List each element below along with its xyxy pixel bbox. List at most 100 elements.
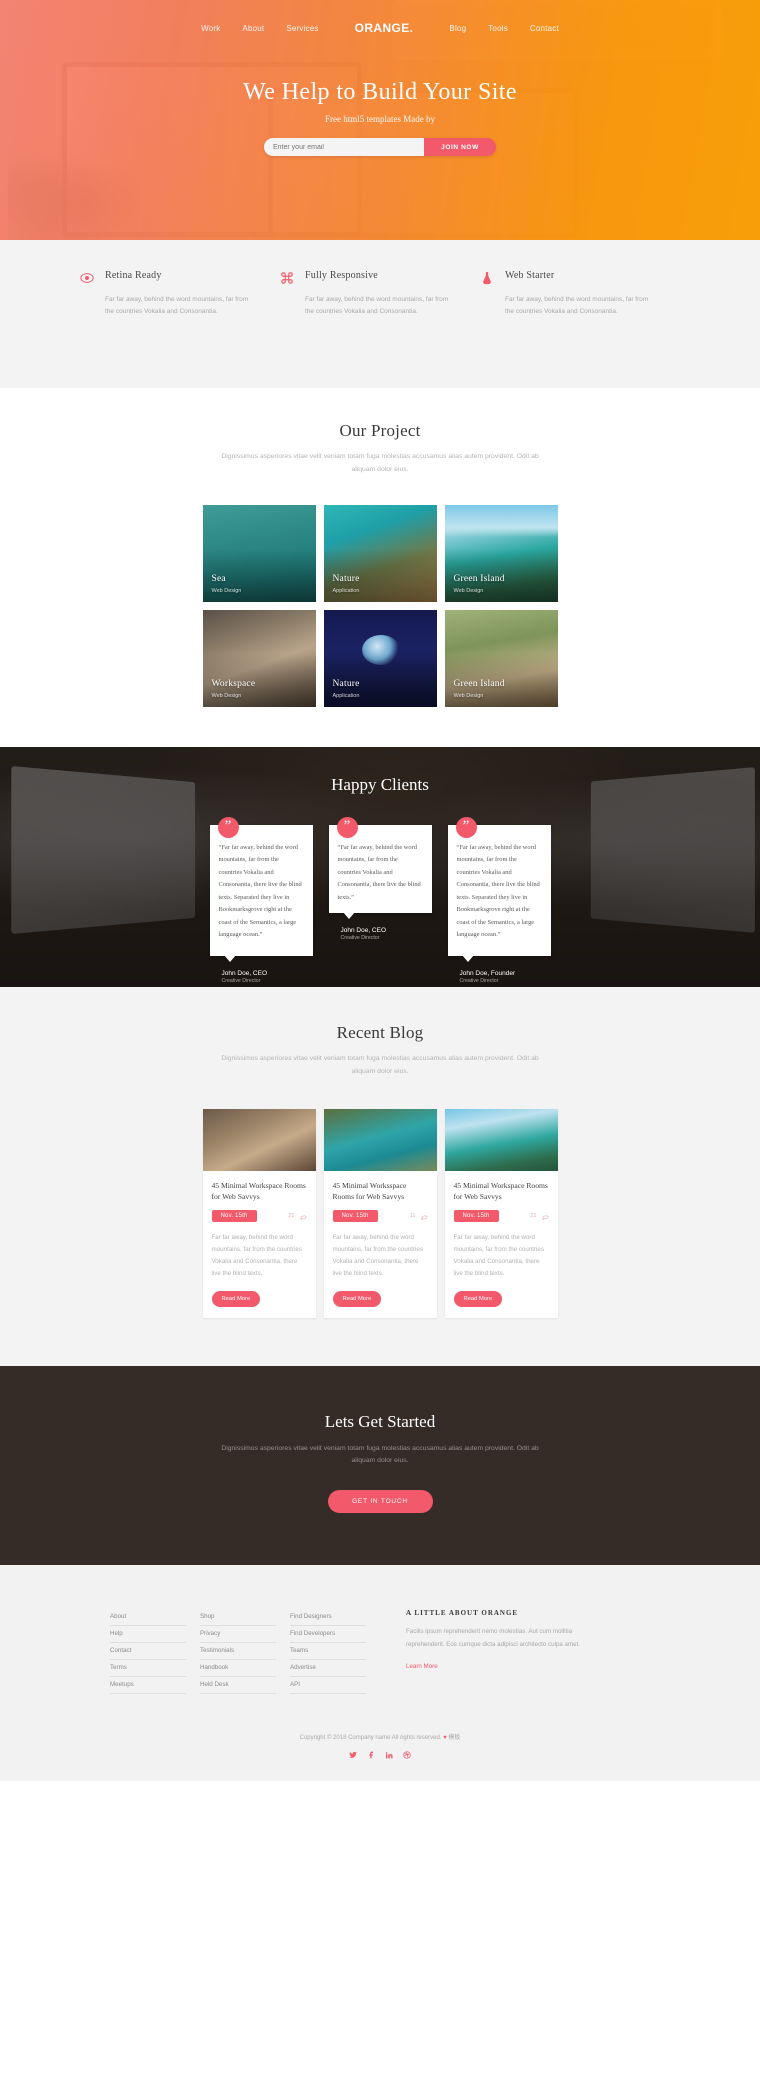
- facebook-icon[interactable]: [367, 1750, 376, 1759]
- footer-link-terms[interactable]: Terms: [110, 1660, 186, 1678]
- nav-item-services[interactable]: Services: [286, 24, 318, 33]
- hero-title: We Help to Build Your Site: [243, 79, 517, 105]
- footer: About Help Contact Terms Meetups Shop Pr…: [0, 1565, 760, 1782]
- copyright-text: Copyright © 2018 Company name All rights…: [0, 1732, 760, 1741]
- landing-page: Work About Services ORANGE. Blog Tools C…: [0, 0, 760, 1782]
- project-card[interactable]: Nature Application: [323, 609, 437, 707]
- copyright-suffix: 模板: [448, 1735, 461, 1742]
- feature-title: Fully Responsive: [305, 270, 378, 281]
- project-name: Green Island: [453, 678, 505, 689]
- blog-grid: 45 Minimal Workspace Rooms for Web Savvy…: [202, 1108, 558, 1318]
- hero-section: Work About Services ORANGE. Blog Tools C…: [0, 0, 760, 240]
- footer-about-block: A LITTLE ABOUT ORANGE Facilis ipsum repr…: [406, 1609, 606, 1694]
- heart-icon: ♥: [443, 1735, 447, 1742]
- hero-subtitle: Free html5 templates Made by: [325, 114, 435, 124]
- footer-link-about[interactable]: About: [110, 1609, 186, 1627]
- testimonial-role: Creative Director: [221, 977, 261, 984]
- blog-thumbnail: [444, 1108, 558, 1171]
- blog-post-excerpt: Far far away, behind the word mountains,…: [332, 1234, 423, 1277]
- footer-link-advertise[interactable]: Advertise: [290, 1660, 366, 1678]
- blog-like-count: 21: [288, 1213, 295, 1220]
- features-section: Retina Ready Far far away, behind the wo…: [0, 240, 760, 389]
- blog-post-card[interactable]: 45 Minimal Worksspace Rooms for Web Savv…: [323, 1108, 437, 1318]
- copyright-prefix: Copyright © 2018 Company name All rights…: [299, 1735, 442, 1742]
- blog-post-excerpt: Far far away, behind the word mountains,…: [453, 1234, 544, 1277]
- subscribe-form: JOIN NOW: [264, 138, 496, 156]
- project-name: Sea: [211, 573, 226, 584]
- testimonial-role: Creative Director: [459, 977, 499, 984]
- get-in-touch-button[interactable]: GET IN TOUCH: [327, 1490, 433, 1514]
- comment-icon: [300, 1213, 307, 1220]
- testimonials-section: Happy Clients ” “Far far away, behind th…: [0, 746, 760, 987]
- footer-link-find-developers[interactable]: Find Developers: [290, 1626, 366, 1644]
- learn-more-link[interactable]: Learn More: [406, 1663, 438, 1670]
- feature-retina-ready: Retina Ready Far far away, behind the wo…: [80, 270, 280, 318]
- twitter-icon[interactable]: [349, 1750, 358, 1759]
- project-category: Web Design: [453, 692, 484, 699]
- projects-subtitle: Dignissimos asperiores vitae velit venia…: [221, 453, 539, 473]
- blog-post-card[interactable]: 45 Minimal Workspace Rooms for Web Savvy…: [202, 1108, 316, 1318]
- feature-fully-responsive: Fully Responsive Far far away, behind th…: [280, 270, 480, 318]
- projects-title: Our Project: [339, 421, 421, 441]
- project-name: Nature: [332, 573, 360, 584]
- blog-thumbnail: [202, 1108, 316, 1171]
- blog-title: Recent Blog: [336, 1022, 424, 1042]
- footer-link-api[interactable]: API: [290, 1677, 366, 1695]
- footer-link-held-desk[interactable]: Held Desk: [200, 1677, 276, 1695]
- blog-post-stats: 21: [530, 1213, 548, 1220]
- command-icon: [280, 271, 294, 285]
- project-card[interactable]: Green Island Web Design: [444, 504, 558, 602]
- projects-grid: Sea Web Design Nature Application Green …: [202, 504, 558, 707]
- project-card[interactable]: Workspace Web Design: [202, 609, 316, 707]
- nav-item-about[interactable]: About: [242, 24, 264, 33]
- footer-link-help[interactable]: Help: [110, 1626, 186, 1644]
- feature-body: Far far away, behind the word mountains,…: [105, 296, 249, 316]
- project-category: Application: [332, 692, 360, 699]
- join-now-button[interactable]: JOIN NOW: [424, 138, 496, 156]
- email-input[interactable]: [264, 138, 424, 156]
- nav-item-tools[interactable]: Tools: [488, 24, 508, 33]
- read-more-button[interactable]: Read More: [332, 1290, 382, 1307]
- blog-post-stats: 21: [288, 1213, 306, 1220]
- feature-body: Far far away, behind the word mountains,…: [305, 296, 449, 316]
- footer-link-shop[interactable]: Shop: [200, 1609, 276, 1627]
- read-more-button[interactable]: Read More: [211, 1290, 261, 1307]
- project-card[interactable]: Green Island Web Design: [444, 609, 558, 707]
- nav-item-work[interactable]: Work: [201, 24, 220, 33]
- read-more-button[interactable]: Read More: [453, 1290, 503, 1307]
- project-card[interactable]: Nature Application: [323, 504, 437, 602]
- footer-link-handbook[interactable]: Handbook: [200, 1660, 276, 1678]
- feature-body: Far far away, behind the word mountains,…: [505, 296, 649, 316]
- footer-link-meetups[interactable]: Meetups: [110, 1677, 186, 1695]
- nav-item-blog[interactable]: Blog: [449, 24, 466, 33]
- quote-icon: ”: [336, 816, 358, 838]
- testimonial-text: “Far far away, behind the word mountains…: [218, 843, 302, 939]
- blog-thumbnail: [323, 1108, 437, 1171]
- dribbble-icon[interactable]: [403, 1750, 412, 1759]
- testimonial-text: “Far far away, behind the word mountains…: [456, 843, 540, 939]
- eye-icon: [80, 271, 94, 285]
- footer-column-community: Find Designers Find Developers Teams Adv…: [290, 1609, 366, 1695]
- footer-link-teams[interactable]: Teams: [290, 1643, 366, 1661]
- nav-item-contact[interactable]: Contact: [530, 24, 559, 33]
- flask-icon: [480, 271, 494, 285]
- quote-icon: ”: [455, 816, 477, 838]
- footer-link-testimonials[interactable]: Testimonials: [200, 1643, 276, 1661]
- blog-section: Recent Blog Dignissimos asperiores vitae…: [0, 986, 760, 1366]
- feature-web-starter: Web Starter Far far away, behind the wor…: [480, 270, 680, 318]
- project-category: Web Design: [453, 587, 484, 594]
- project-name: Green Island: [453, 573, 505, 584]
- testimonial-item: ” “Far far away, behind the word mountai…: [328, 816, 432, 942]
- footer-link-privacy[interactable]: Privacy: [200, 1626, 276, 1644]
- testimonial-item: ” “Far far away, behind the word mountai…: [209, 816, 313, 984]
- blog-post-title: 45 Minimal Workspace Rooms for Web Savvy…: [211, 1180, 306, 1202]
- footer-link-contact[interactable]: Contact: [110, 1643, 186, 1661]
- brand-logo[interactable]: ORANGE.: [355, 21, 414, 35]
- linkedin-icon[interactable]: [385, 1750, 394, 1759]
- blog-post-title: 45 Minimal Worksspace Rooms for Web Savv…: [332, 1180, 407, 1202]
- blog-post-card[interactable]: 45 Minimal Workspace Rooms for Web Savvy…: [444, 1108, 558, 1318]
- project-card[interactable]: Sea Web Design: [202, 504, 316, 602]
- footer-link-find-designers[interactable]: Find Designers: [290, 1609, 366, 1627]
- testimonial-role: Creative Director: [340, 935, 380, 942]
- quote-icon: ”: [217, 816, 239, 838]
